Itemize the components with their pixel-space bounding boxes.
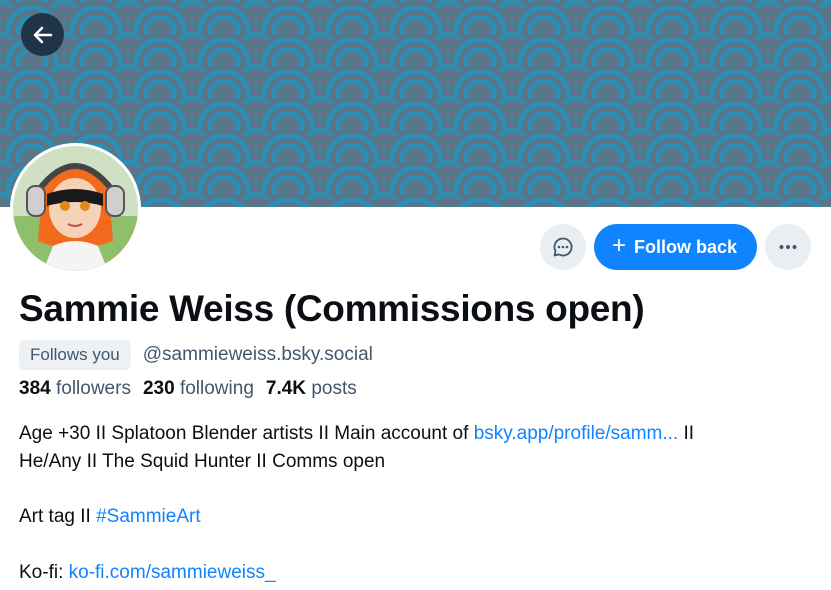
hashtag-link[interactable]: #SammieArt xyxy=(96,506,201,527)
followers-stat[interactable]: 384 followers xyxy=(19,378,131,400)
kofi-link[interactable]: ko-fi.com/sammieweiss_ xyxy=(69,562,276,583)
profile-meta: Follows you @sammieweiss.bsky.social xyxy=(19,340,373,370)
profile-stats: 384 followers 230 following 7.4K posts xyxy=(19,378,357,400)
display-name: Sammie Weiss (Commissions open) xyxy=(19,288,645,329)
back-button[interactable] xyxy=(21,13,64,56)
plus-icon: + xyxy=(611,232,626,259)
bio-line-2: He/Any II The Squid Hunter II Comms open xyxy=(19,450,386,472)
message-button[interactable] xyxy=(539,224,586,270)
chat-bubble-icon xyxy=(553,237,573,257)
avatar-image xyxy=(13,146,138,271)
profile-actions: + Follow back xyxy=(539,224,811,270)
posts-stat: 7.4K posts xyxy=(265,378,357,399)
main-account-link[interactable]: bsky.app/profile/samm... xyxy=(474,423,679,444)
follows-you-badge: Follows you xyxy=(19,340,131,370)
ellipsis-icon xyxy=(779,245,797,249)
follow-back-label: Follow back xyxy=(633,236,737,257)
following-stat[interactable]: 230 following xyxy=(143,378,254,400)
profile-bio: Age +30 II Splatoon Blender artists II M… xyxy=(19,420,819,586)
bio-kofi: Ko-fi: ko-fi.com/sammieweiss_ xyxy=(19,561,276,583)
bio-art-tag: Art tag II #SammieArt xyxy=(19,506,201,527)
arrow-left-icon xyxy=(33,26,52,43)
more-options-button[interactable] xyxy=(765,224,811,270)
profile-handle[interactable]: @sammieweiss.bsky.social xyxy=(143,344,373,366)
avatar[interactable] xyxy=(10,143,141,274)
follow-back-button[interactable]: + Follow back xyxy=(593,224,757,270)
bio-line-1: Age +30 II Splatoon Blender artists II M… xyxy=(19,423,695,444)
